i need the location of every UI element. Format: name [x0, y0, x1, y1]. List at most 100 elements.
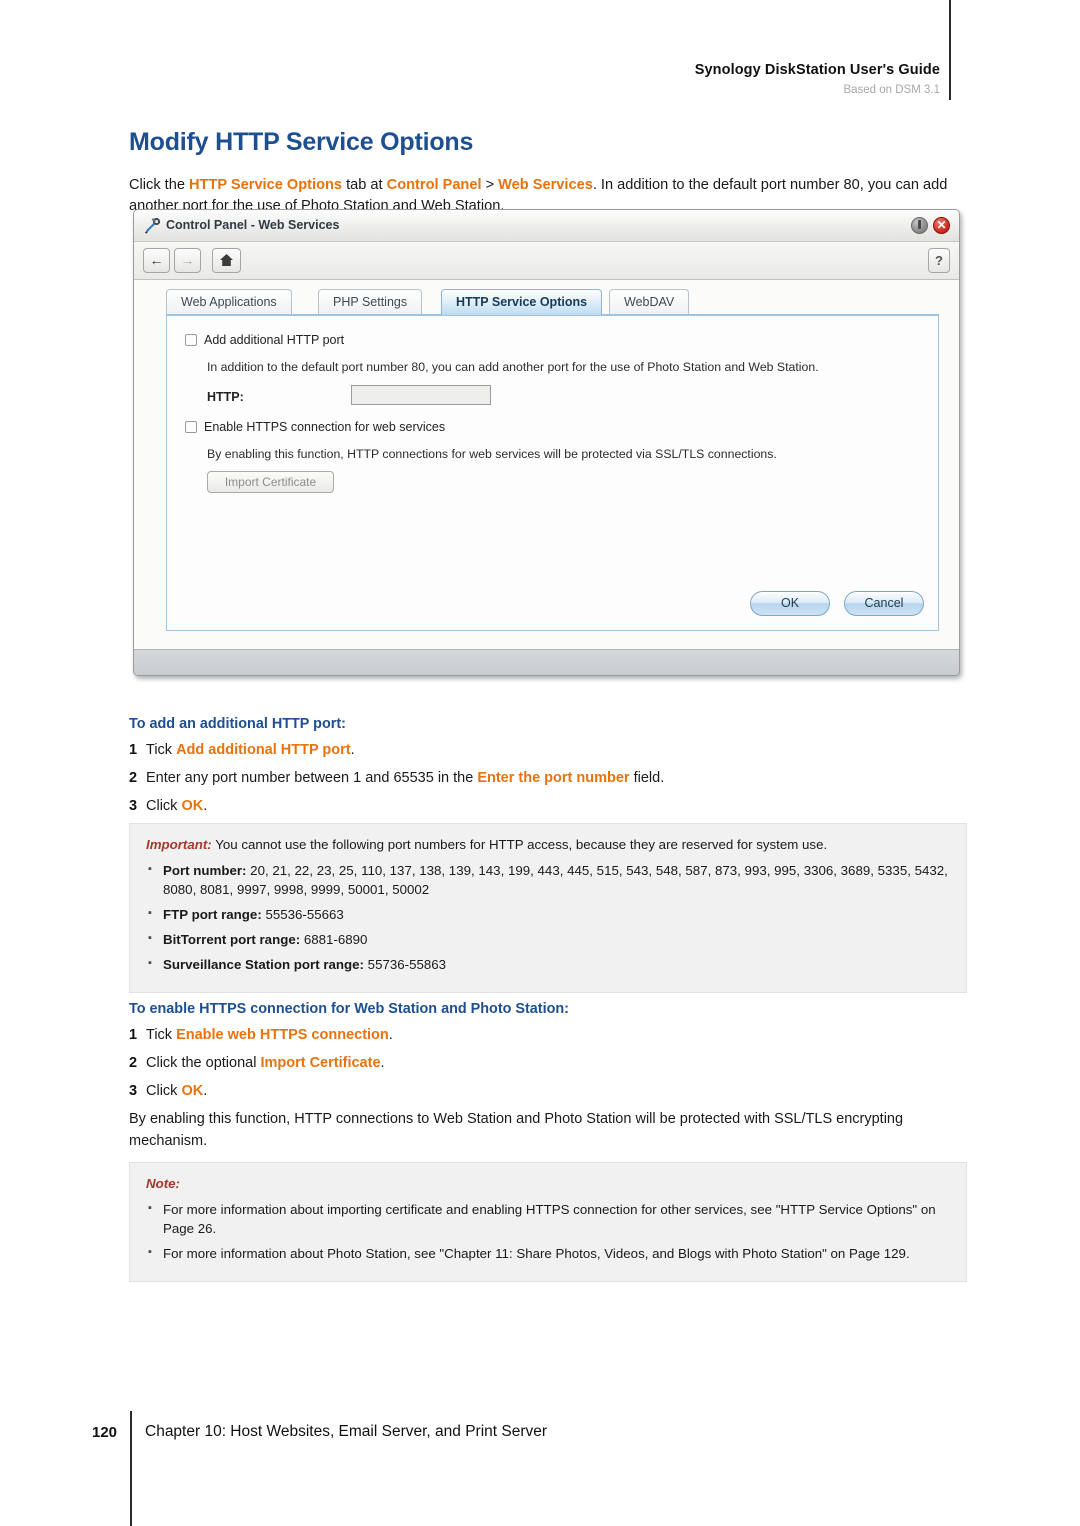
step-text-post: . [203, 798, 208, 814]
help-button[interactable]: ? [928, 248, 950, 273]
checkbox-enable-https-connection-label: Enable HTTPS connection for web services [204, 420, 446, 434]
checkbox-add-additional-http-port[interactable]: Add additional HTTP port [185, 333, 344, 347]
window-toolbar: ← → ? [134, 242, 959, 280]
checkbox-icon [185, 421, 197, 433]
list-item: For more information about importing cer… [146, 1199, 950, 1238]
list-item-value: For more information about importing cer… [163, 1202, 936, 1236]
tab-web-applications[interactable]: Web Applications [166, 289, 292, 315]
control-panel-window-screenshot: Control Panel - Web Services ✕ ← → ? Web… [133, 209, 960, 676]
forward-arrow-icon[interactable]: → [174, 248, 201, 273]
step-item: 1 Tick Add additional HTTP port. [129, 740, 967, 761]
guide-title: Synology DiskStation User's Guide [694, 62, 940, 78]
page-header: Synology DiskStation User's Guide Based … [0, 0, 1080, 110]
window-titlebar: Control Panel - Web Services ✕ [134, 210, 959, 242]
window-body: Web Applications PHP Settings HTTP Servi… [134, 280, 959, 649]
checkbox-icon [185, 334, 197, 346]
import-certificate-button[interactable]: Import Certificate [207, 471, 334, 493]
step-item: 2 Enter any port number between 1 and 655… [129, 768, 967, 789]
list-item-value: 20, 21, 22, 23, 25, 110, 137, 138, 139, … [163, 863, 948, 897]
ok-button[interactable]: OK [750, 591, 830, 616]
important-lead-text: You cannot use the following port number… [211, 837, 828, 852]
step-keyword: OK [181, 798, 204, 814]
step-number: 2 [129, 770, 138, 786]
note-lead: Note: [146, 1174, 950, 1193]
procedure-http-heading: To add an additional HTTP port: [129, 716, 346, 732]
tab-http-service-options[interactable]: HTTP Service Options [441, 289, 603, 315]
list-item: For more information about Photo Station… [146, 1243, 950, 1263]
step-item: 3 Click OK. [129, 796, 967, 817]
step-text-pre: Tick [146, 742, 177, 758]
note-callout: Note: For more information about importi… [129, 1162, 967, 1282]
guide-subtitle: Based on DSM 3.1 [843, 84, 940, 96]
list-item-label: Port number: [163, 863, 247, 878]
http-port-label: HTTP: [207, 390, 244, 404]
step-number: 3 [129, 798, 138, 814]
step-keyword: Add additional HTTP port [176, 742, 351, 758]
step-keyword: Import Certificate [260, 1055, 381, 1071]
home-icon[interactable] [212, 248, 241, 273]
step-text-pre: Click [146, 798, 182, 814]
step-number: 2 [129, 1055, 138, 1071]
list-item: Surveillance Station port range: 55736-5… [146, 954, 950, 974]
important-callout: Important: You cannot use the following … [129, 823, 967, 993]
intro-keyword-control-panel: Control Panel [386, 176, 482, 193]
step-item: 2 Click the optional Import Certificate. [129, 1053, 967, 1074]
https-summary-paragraph: By enabling this function, HTTP connecti… [129, 1111, 904, 1149]
close-icon[interactable]: ✕ [933, 217, 950, 234]
description-additional-port: In addition to the default port number 8… [207, 360, 819, 374]
list-item-value: For more information about Photo Station… [163, 1246, 910, 1261]
note-keyword: Note: [146, 1176, 180, 1191]
page-title: Modify HTTP Service Options [129, 128, 474, 156]
footer-chapter: Chapter 10: Host Websites, Email Server,… [145, 1423, 548, 1440]
header-vertical-rule [949, 0, 951, 100]
http-port-input[interactable] [351, 385, 491, 405]
step-number: 3 [129, 1083, 138, 1099]
step-number: 1 [129, 742, 138, 758]
step-keyword: Enable web HTTPS connection [176, 1027, 389, 1043]
intro-keyword-web-services: Web Services [498, 176, 593, 193]
window-statusbar [134, 649, 959, 675]
procedure-https-heading: To enable HTTPS connection for Web Stati… [129, 1001, 569, 1017]
list-item-label: FTP port range: [163, 907, 262, 922]
intro-text-1: Click the [129, 176, 190, 193]
list-item-value: 55736-55863 [363, 957, 447, 972]
intro-keyword-http-service-options: HTTP Service Options [189, 176, 343, 193]
cancel-button[interactable]: Cancel [844, 591, 924, 616]
step-number: 1 [129, 1027, 138, 1043]
tab-strip: Web Applications PHP Settings HTTP Servi… [166, 289, 939, 315]
step-item: 1 Tick Enable web HTTPS connection. [129, 1025, 967, 1046]
intro-text-3: > [481, 176, 499, 193]
list-item: FTP port range: 55536-55663 [146, 904, 950, 924]
important-list: Port number: 20, 21, 22, 23, 25, 110, 13… [146, 860, 950, 974]
back-arrow-icon[interactable]: ← [143, 248, 170, 273]
list-item-label: Surveillance Station port range: [163, 957, 364, 972]
page-number: 120 [92, 1424, 118, 1441]
step-text-pre: Tick [146, 1027, 177, 1043]
important-keyword: Important: [146, 837, 212, 852]
important-lead: Important: You cannot use the following … [146, 835, 950, 854]
footer-vertical-rule [130, 1411, 132, 1526]
step-item: 3 Click OK. [129, 1081, 967, 1102]
description-https-connection: By enabling this function, HTTP connecti… [207, 447, 777, 461]
step-keyword: OK [181, 1083, 204, 1099]
step-text-pre: Click the optional [146, 1055, 261, 1071]
note-list: For more information about importing cer… [146, 1199, 950, 1263]
list-item: Port number: 20, 21, 22, 23, 25, 110, 13… [146, 860, 950, 899]
tab-php-settings[interactable]: PHP Settings [318, 289, 423, 315]
minimize-button[interactable] [911, 217, 928, 234]
list-item: BitTorrent port range: 6881-6890 [146, 929, 950, 949]
list-item-label: BitTorrent port range: [163, 932, 301, 947]
step-text-post: . [350, 742, 355, 758]
list-item-value: 6881-6890 [300, 932, 368, 947]
tab-panel-http-service-options: Add additional HTTP port In addition to … [166, 314, 939, 631]
step-text-post: . [380, 1055, 385, 1071]
step-text-pre: Enter any port number between 1 and 6553… [146, 770, 478, 786]
step-text-post: . [203, 1083, 208, 1099]
step-text-post: field. [629, 770, 665, 786]
tab-webdav[interactable]: WebDAV [609, 289, 690, 315]
tools-icon [143, 216, 162, 235]
window-title: Control Panel - Web Services [166, 218, 340, 232]
step-text-post: . [388, 1027, 393, 1043]
checkbox-enable-https-connection[interactable]: Enable HTTPS connection for web services [185, 420, 445, 434]
step-keyword: Enter the port number [477, 770, 630, 786]
